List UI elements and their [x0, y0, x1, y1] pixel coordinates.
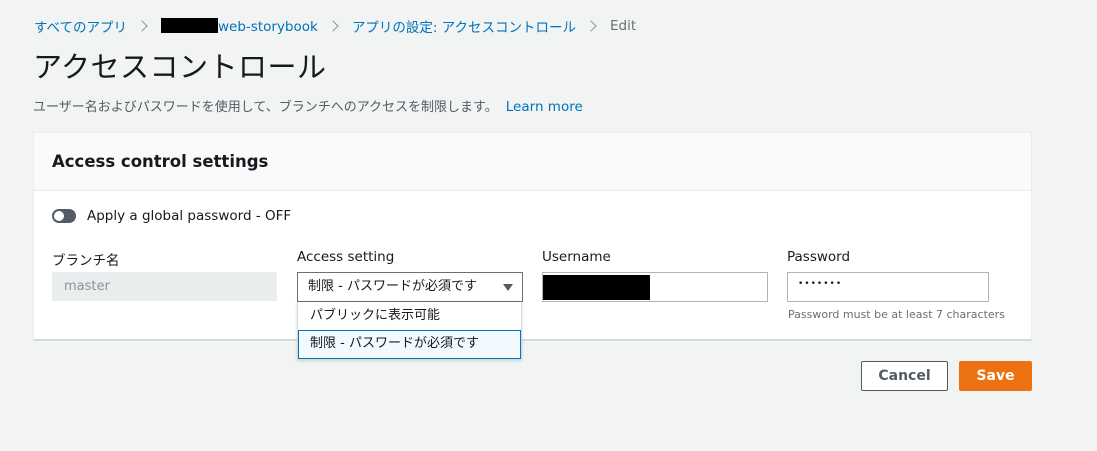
panel-header: Access control settings — [34, 133, 1031, 191]
global-password-toggle[interactable] — [52, 209, 76, 223]
redacted-block — [161, 17, 219, 33]
learn-more-link[interactable]: Learn more — [506, 99, 583, 115]
password-label: Password — [787, 249, 851, 265]
access-setting-label: Access setting — [297, 249, 395, 265]
global-password-toggle-label: Apply a global password - OFF — [87, 208, 292, 224]
page-description: ユーザー名およびパスワードを使用して、ブランチへのアクセスを制限します。 Lear… — [33, 96, 583, 115]
branch-name-label: ブランチ名 — [52, 253, 120, 269]
page-title: アクセスコントロール — [33, 50, 327, 84]
dropdown-option-public[interactable]: パブリックに表示可能 — [298, 302, 521, 330]
save-button[interactable]: Save — [959, 361, 1032, 391]
branch-name-field: master — [52, 272, 277, 301]
dropdown-option-restricted[interactable]: 制限 - パスワードが必須です — [298, 330, 521, 359]
access-setting-value: 制限 - パスワードが必須です — [308, 279, 477, 294]
password-hint: Password must be at least 7 characters — [788, 308, 1005, 321]
username-input[interactable] — [542, 272, 768, 302]
breadcrumb-app-label: web-storybook — [218, 18, 318, 35]
breadcrumb: すべてのアプリ web-storybook アプリの設定: アクセスコントロール… — [34, 16, 636, 36]
access-control-panel: Access control settings Apply a global p… — [33, 132, 1032, 341]
breadcrumb-current: Edit — [610, 18, 637, 34]
redacted-block — [543, 275, 650, 300]
access-setting-select[interactable]: 制限 - パスワードが必須です — [297, 272, 523, 302]
chevron-right-icon — [585, 20, 597, 32]
cancel-button[interactable]: Cancel — [861, 361, 948, 391]
username-label: Username — [542, 249, 611, 265]
toggle-knob — [54, 211, 64, 221]
breadcrumb-all-apps[interactable]: すべてのアプリ — [34, 16, 127, 36]
access-setting-dropdown: パブリックに表示可能 制限 - パスワードが必須です — [297, 302, 522, 360]
global-password-toggle-row: Apply a global password - OFF — [52, 208, 291, 224]
breadcrumb-app[interactable]: web-storybook — [161, 17, 318, 35]
password-input[interactable]: ••••••• — [787, 272, 989, 302]
panel-title: Access control settings — [52, 152, 269, 171]
breadcrumb-app-settings[interactable]: アプリの設定: アクセスコントロール — [352, 16, 576, 36]
chevron-right-icon — [327, 20, 339, 32]
page-description-text: ユーザー名およびパスワードを使用して、ブランチへのアクセスを制限します。 — [33, 100, 498, 115]
chevron-right-icon — [136, 20, 148, 32]
password-masked-value: ••••••• — [798, 279, 843, 289]
caret-down-icon — [503, 284, 513, 291]
